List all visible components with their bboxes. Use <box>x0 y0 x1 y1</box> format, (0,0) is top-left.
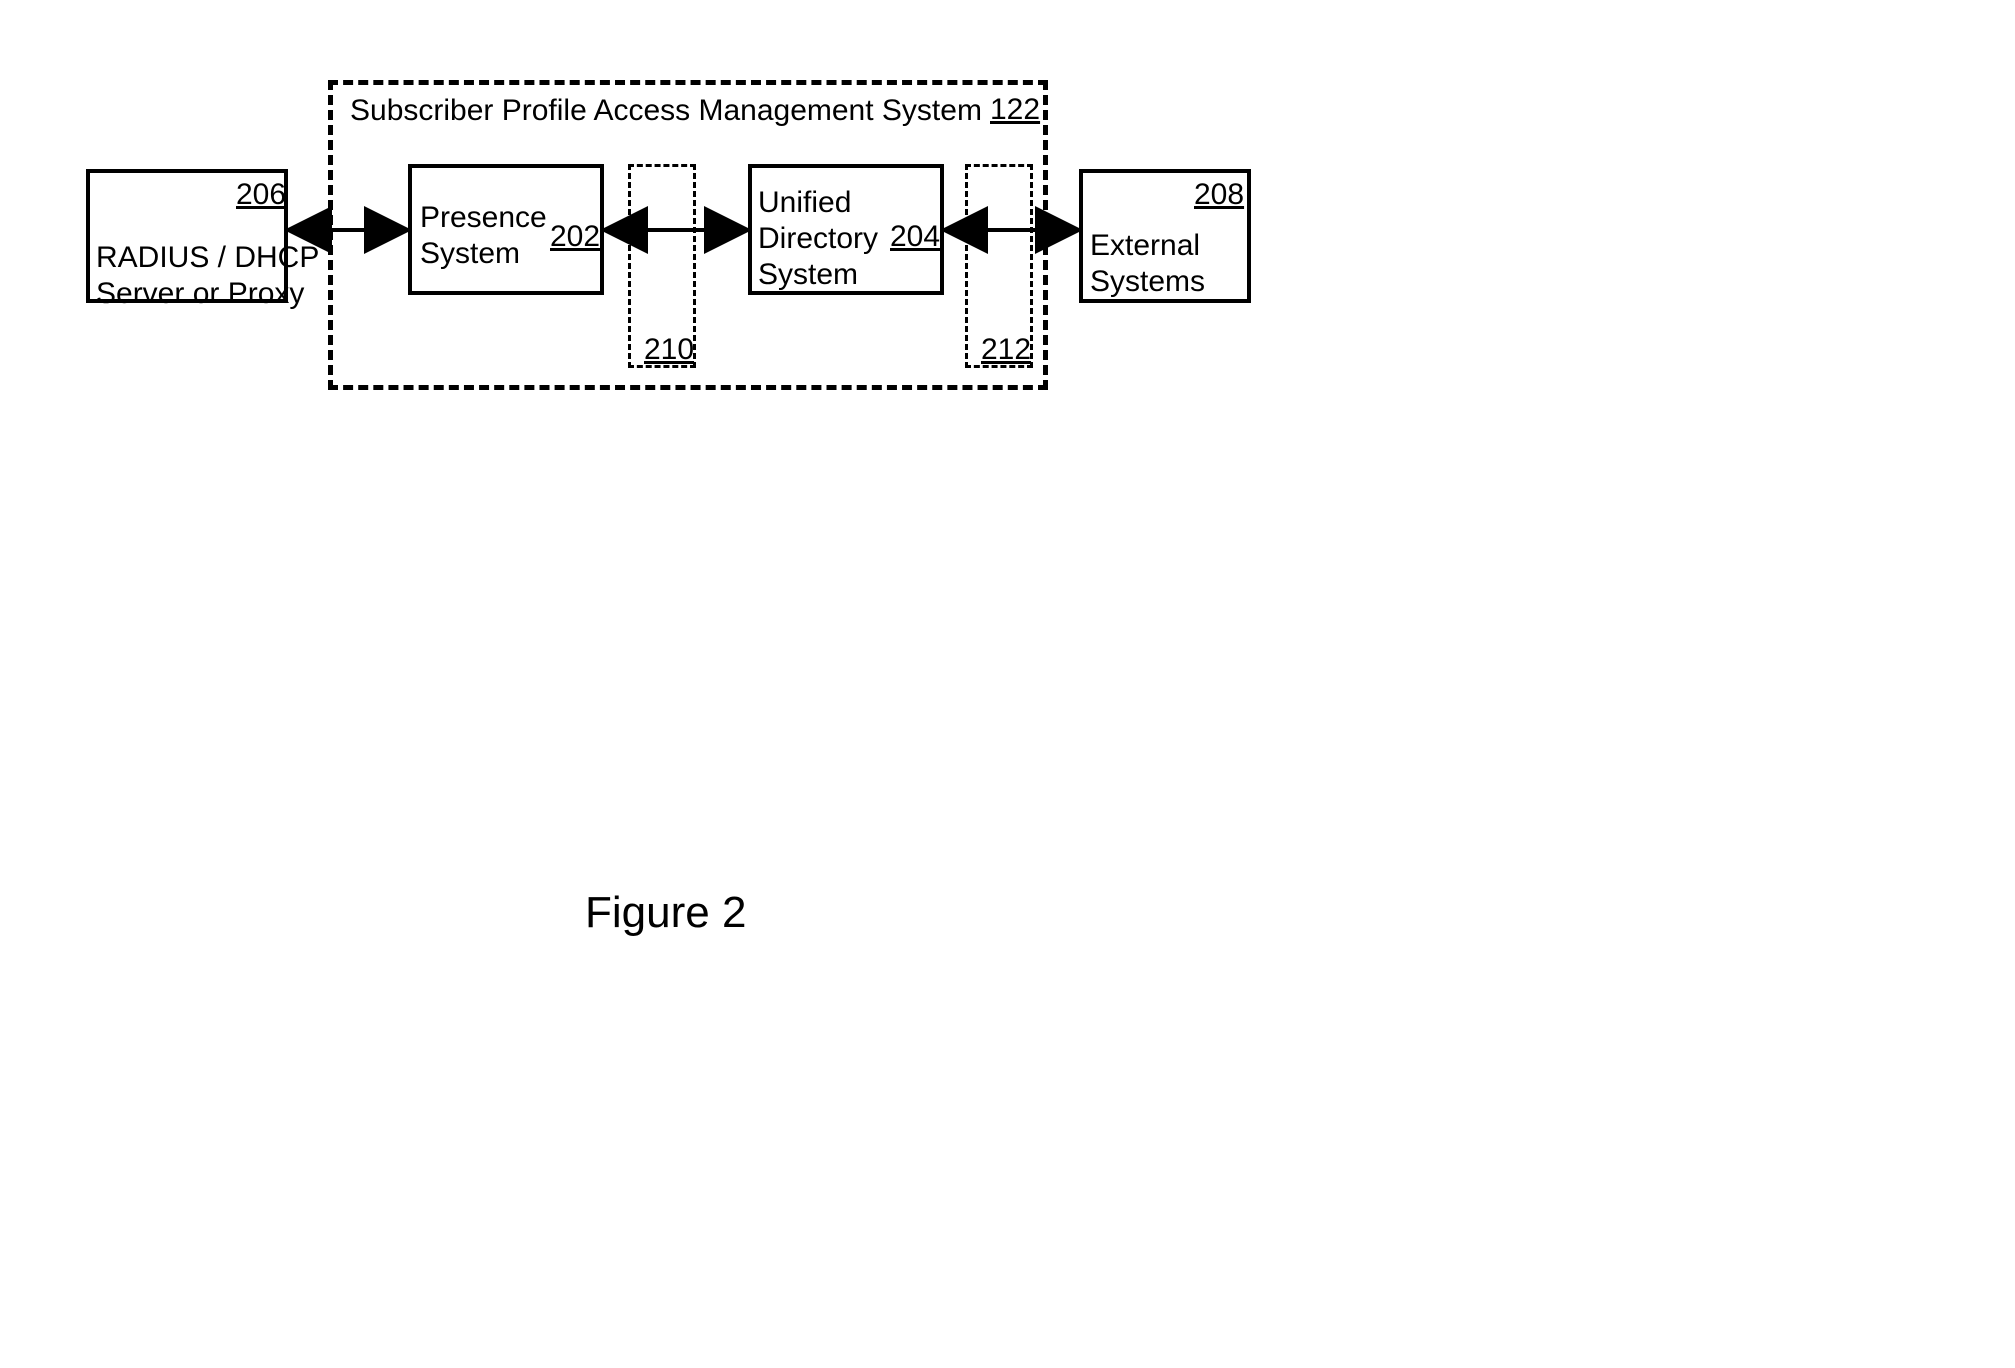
figure-title: Figure 2 <box>585 888 746 938</box>
radius-label: RADIUS / DHCP Server or Proxy <box>96 240 319 312</box>
uds-ref: 204 <box>890 220 940 254</box>
intermediate-212-ref: 212 <box>981 333 1031 367</box>
radius-ref: 206 <box>236 178 286 212</box>
uds-label: Unified Directory System <box>758 185 878 293</box>
presence-ref: 202 <box>550 220 600 254</box>
diagram-canvas: Subscriber Profile Access Management Sys… <box>0 0 2015 1368</box>
system-container-title: Subscriber Profile Access Management Sys… <box>350 93 982 129</box>
system-container-ref: 122 <box>990 93 1040 127</box>
intermediate-210-ref: 210 <box>644 333 694 367</box>
presence-label: Presence System <box>420 200 547 272</box>
external-label: External Systems <box>1090 228 1205 300</box>
external-ref: 208 <box>1194 178 1244 212</box>
